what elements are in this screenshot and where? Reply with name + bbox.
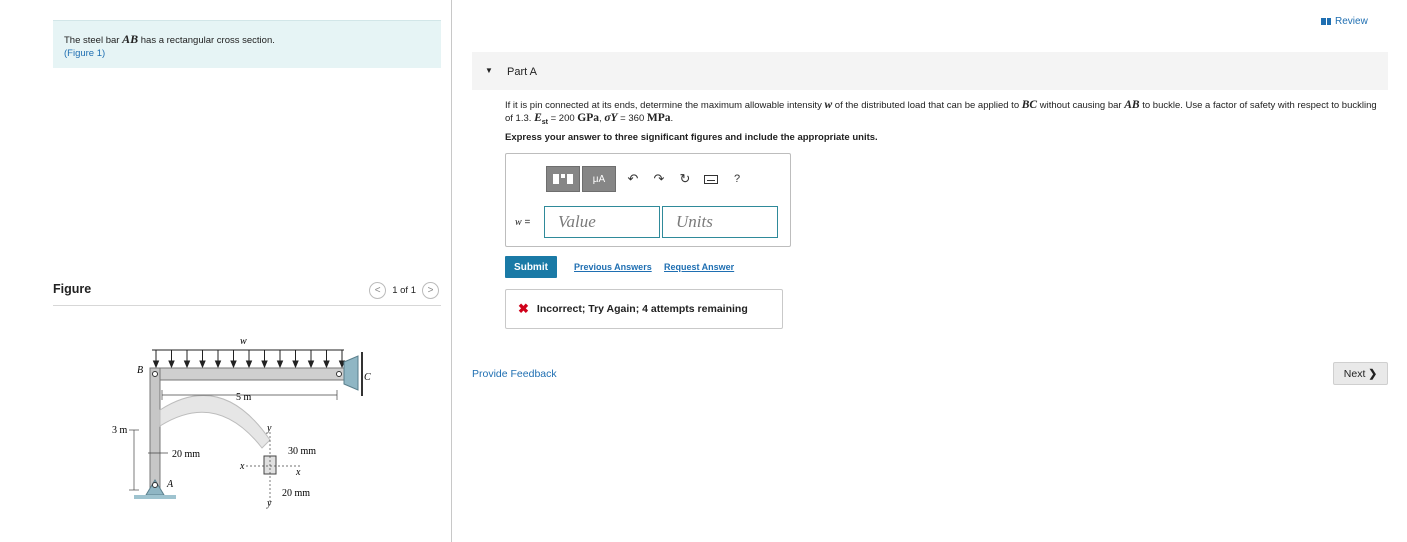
problem-text-prefix: The steel bar	[64, 35, 123, 46]
figure-link[interactable]: (Figure 1)	[64, 48, 105, 59]
load-arrowhead	[214, 360, 222, 369]
next-button[interactable]: Next ❯	[1333, 362, 1388, 385]
label-c: C	[364, 372, 371, 383]
load-arrowhead	[199, 360, 206, 369]
collapse-triangle-icon[interactable]: ▼	[485, 66, 493, 75]
templates-icon[interactable]	[546, 166, 580, 192]
q-var-bc: BC	[1021, 99, 1038, 111]
review-link[interactable]: Review	[1321, 16, 1368, 27]
figure-title: Figure	[53, 282, 92, 296]
request-answer-link[interactable]: Request Answer	[664, 262, 734, 272]
label-x-left: x	[239, 461, 245, 472]
column-ab	[149, 367, 161, 489]
answer-label: w =	[515, 217, 530, 228]
part-title: Part A	[507, 66, 537, 78]
load-arrowhead	[152, 360, 160, 369]
load-arrowhead	[168, 360, 175, 369]
label-y-bottom: y	[266, 498, 272, 509]
reset-icon[interactable]: ↻	[674, 171, 696, 187]
q-p1: If it is pin connected at its ends, dete…	[505, 100, 825, 111]
label-height: 3 m	[112, 425, 128, 436]
load-arrowhead	[276, 360, 284, 369]
load-arrowhead	[307, 360, 315, 369]
q-gpa: GPa	[577, 112, 600, 124]
pager-text: 1 of 1	[392, 285, 416, 296]
label-20mm-b: 20 mm	[282, 488, 310, 499]
provide-feedback-link[interactable]: Provide Feedback	[472, 368, 557, 380]
q-var-ab: AB	[1124, 99, 1140, 111]
load-arrowhead	[183, 360, 191, 369]
undo-icon[interactable]: ↶	[622, 171, 644, 187]
q-sigma: σY	[604, 112, 618, 124]
problem-statement: The steel bar AB has a rectangular cross…	[53, 20, 441, 68]
keyboard-icon[interactable]	[700, 172, 722, 187]
label-x-right: x	[295, 467, 301, 478]
label-30mm: 30 mm	[288, 446, 316, 457]
help-icon[interactable]: ?	[726, 173, 748, 185]
units-input[interactable]: Units	[662, 206, 778, 238]
x-icon: ✖	[518, 301, 529, 316]
part-a-header[interactable]: ▼ Part A	[472, 52, 1388, 90]
bar-variable: AB	[122, 32, 139, 46]
beam-bc	[151, 367, 345, 381]
q-p5: = 200	[547, 113, 578, 124]
question-text: If it is pin connected at its ends, dete…	[505, 99, 1385, 129]
problem-text-suffix: has a rectangular cross section.	[138, 35, 275, 46]
label-20mm-a: 20 mm	[172, 449, 200, 460]
load-arrowhead	[230, 360, 237, 369]
load-arrowhead	[292, 360, 299, 369]
figure-header: Figure < 1 of 1 >	[53, 280, 441, 306]
figure-diagram: w B C A 5 m 3 m 20 mm 30 mm 20 mm x x y …	[112, 336, 371, 509]
chevron-right-icon[interactable]: >	[422, 282, 439, 299]
next-label: Next	[1343, 367, 1366, 380]
answer-box: μA ↶ ↷ ↻ ? w = Value Units	[505, 153, 791, 247]
label-y-top: y	[266, 423, 272, 434]
value-input[interactable]: Value	[544, 206, 660, 238]
distributed-load	[152, 349, 346, 369]
label-w: w	[240, 336, 247, 347]
label-span: 5 m	[236, 392, 252, 403]
q-p8: .	[670, 113, 674, 124]
q-p3: without causing bar	[1037, 100, 1125, 111]
answer-toolbar: μA ↶ ↷ ↻ ?	[546, 166, 748, 192]
feedback-text: Incorrect; Try Again; 4 attempts remaini…	[536, 303, 748, 315]
left-panel: The steel bar AB has a rectangular cross…	[0, 0, 452, 542]
answer-var: w	[515, 217, 522, 228]
previous-answers-link[interactable]: Previous Answers	[574, 262, 652, 272]
redo-icon[interactable]: ↷	[648, 171, 670, 187]
q-var-e: E	[534, 112, 542, 124]
review-icon	[1321, 18, 1331, 25]
instruction-text: Express your answer to three significant…	[505, 132, 878, 143]
answer-eq: =	[521, 217, 531, 228]
figure-pager: < 1 of 1 >	[369, 282, 439, 299]
submit-button[interactable]: Submit	[505, 256, 557, 278]
units-button[interactable]: μA	[582, 166, 616, 192]
pin-support-c	[343, 355, 359, 391]
load-arrowhead	[261, 360, 268, 369]
chevron-left-icon[interactable]: <	[369, 282, 387, 299]
load-arrowhead	[323, 360, 330, 369]
q-p7: = 360	[617, 113, 647, 124]
q-p2: of the distributed load that can be appl…	[832, 100, 1022, 111]
label-b: B	[137, 365, 143, 376]
label-a: A	[166, 479, 174, 490]
review-label: Review	[1335, 16, 1368, 27]
q-var-w: w	[824, 99, 833, 111]
load-arrowhead	[245, 360, 253, 369]
q-mpa: MPa	[646, 112, 671, 124]
feedback-box: ✖ Incorrect; Try Again; 4 attempts remai…	[505, 289, 783, 329]
chevron-right-icon: ❯	[1368, 367, 1378, 380]
